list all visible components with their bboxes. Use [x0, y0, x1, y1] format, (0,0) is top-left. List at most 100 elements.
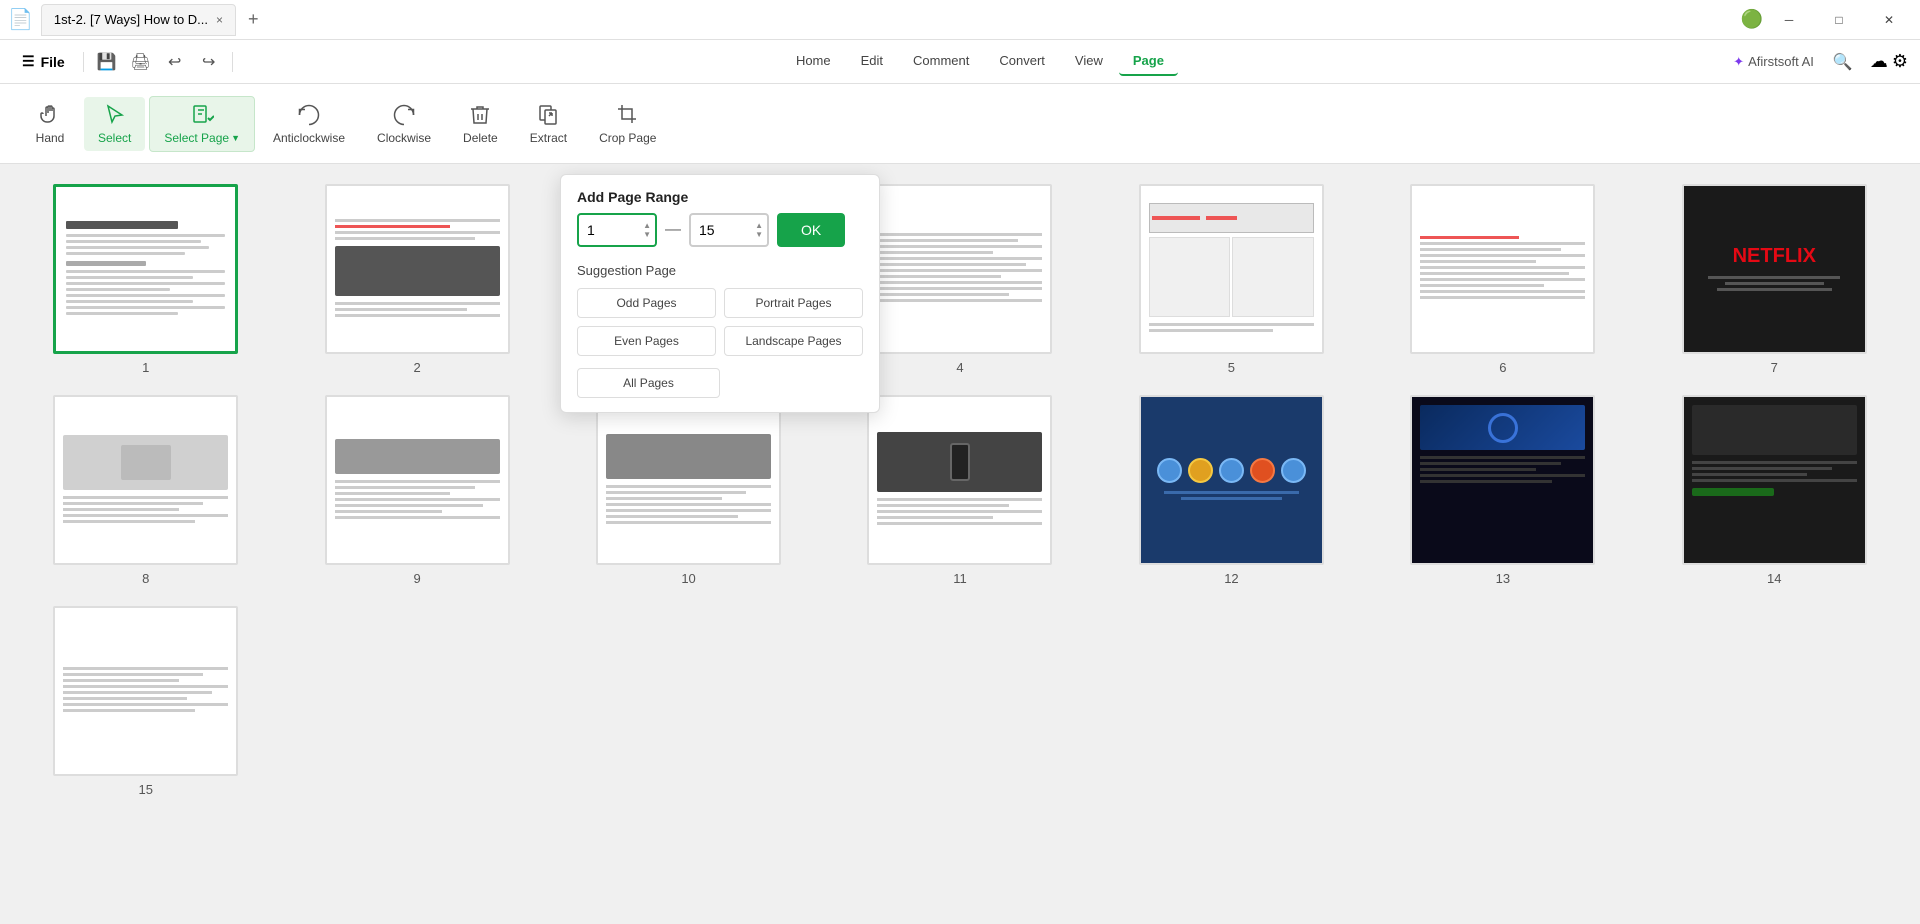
page-number-2: 2	[414, 360, 421, 375]
page-thumb-13[interactable]: 13	[1377, 395, 1628, 586]
range-from-spinner: ▲ ▼	[643, 222, 651, 239]
page-number-4: 4	[956, 360, 963, 375]
extract-icon	[536, 103, 560, 127]
save-button[interactable]: 💾	[92, 47, 122, 77]
page-thumb-8[interactable]: 8	[20, 395, 271, 586]
even-pages-button[interactable]: Even Pages	[577, 326, 716, 356]
portrait-pages-button[interactable]: Portrait Pages	[724, 288, 863, 318]
search-button[interactable]: 🔍	[1828, 47, 1858, 77]
range-from-field[interactable]	[587, 222, 627, 238]
dropdown-arrow-icon: ▼	[231, 133, 240, 143]
tab-home[interactable]: Home	[782, 47, 845, 76]
tab-comment[interactable]: Comment	[899, 47, 983, 76]
rotate-ccw-icon	[297, 103, 321, 127]
close-window-button[interactable]: ✕	[1866, 4, 1912, 36]
hand-label: Hand	[36, 131, 65, 145]
select-page-label: Select Page	[164, 131, 229, 145]
file-label: File	[41, 54, 65, 70]
range-to-up[interactable]: ▲	[755, 222, 763, 230]
anticlockwise-button[interactable]: Anticlockwise	[259, 97, 359, 151]
page-image-10	[596, 395, 781, 565]
user-icon: 🟢	[1742, 10, 1762, 30]
page-image-7: NETFLIX	[1682, 184, 1867, 354]
all-pages-button[interactable]: All Pages	[577, 368, 720, 398]
extract-button[interactable]: Extract	[516, 97, 581, 151]
file-menu[interactable]: ☰ File	[12, 49, 75, 74]
page-thumb-10[interactable]: 10	[563, 395, 814, 586]
restore-button[interactable]: □	[1816, 4, 1862, 36]
range-to-input[interactable]: ▲ ▼	[689, 213, 769, 247]
range-to-field[interactable]	[699, 222, 739, 238]
crop-icon	[616, 103, 640, 127]
anticlockwise-label: Anticlockwise	[273, 131, 345, 145]
tab-convert[interactable]: Convert	[985, 47, 1059, 76]
suggestion-grid: Odd Pages Portrait Pages Even Pages Land…	[561, 288, 879, 368]
page-thumb-11[interactable]: 11	[834, 395, 1085, 586]
clockwise-label: Clockwise	[377, 131, 431, 145]
range-from-up[interactable]: ▲	[643, 222, 651, 230]
tab-view[interactable]: View	[1061, 47, 1117, 76]
page-thumb-14[interactable]: 14	[1649, 395, 1900, 586]
odd-pages-button[interactable]: Odd Pages	[577, 288, 716, 318]
hand-icon	[38, 103, 62, 127]
menu-divider-1	[83, 52, 84, 72]
page-thumb-7[interactable]: NETFLIX 7	[1649, 184, 1900, 375]
hand-tool-button[interactable]: Hand	[20, 97, 80, 151]
range-from-input[interactable]: ▲ ▼	[577, 213, 657, 247]
ai-button[interactable]: ✦ Afirstsoft AI	[1723, 50, 1824, 74]
range-to-down[interactable]: ▼	[755, 231, 763, 239]
page-thumb-1[interactable]: 1	[20, 184, 271, 375]
main-content: 1 2	[0, 164, 1920, 924]
select-tool-button[interactable]: Select	[84, 97, 145, 151]
range-from-down[interactable]: ▼	[643, 231, 651, 239]
ai-sparkle-icon: ✦	[1733, 54, 1744, 70]
settings-icon[interactable]: ⚙	[1892, 51, 1908, 72]
page-number-10: 10	[681, 571, 695, 586]
page-image-8	[53, 395, 238, 565]
page-image-4	[867, 184, 1052, 354]
app-logo: 📄	[8, 7, 33, 32]
page-image-14	[1682, 395, 1867, 565]
page-number-14: 14	[1767, 571, 1781, 586]
page-image-1	[53, 184, 238, 354]
ok-button[interactable]: OK	[777, 213, 845, 247]
add-tab-button[interactable]: +	[248, 9, 259, 30]
page-thumb-5[interactable]: 5	[1106, 184, 1357, 375]
page-thumb-9[interactable]: 9	[291, 395, 542, 586]
page-number-15: 15	[138, 782, 152, 797]
page-image-6	[1410, 184, 1595, 354]
page-image-12	[1139, 395, 1324, 565]
page-image-13	[1410, 395, 1595, 565]
page-thumb-2[interactable]: 2	[291, 184, 542, 375]
page-number-5: 5	[1228, 360, 1235, 375]
page-image-5	[1139, 184, 1324, 354]
page-number-7: 7	[1771, 360, 1778, 375]
page-image-11	[867, 395, 1052, 565]
select-page-button[interactable]: Select Page ▼	[149, 96, 255, 152]
landscape-pages-button[interactable]: Landscape Pages	[724, 326, 863, 356]
tab-edit[interactable]: Edit	[847, 47, 897, 76]
page-thumb-15[interactable]: 15	[20, 606, 271, 797]
cursor-icon	[103, 103, 127, 127]
right-icons: ☁ ⚙	[1870, 51, 1908, 72]
dialog-title: Add Page Range	[561, 175, 879, 213]
document-tab[interactable]: 1st-2. [7 Ways] How to D... ×	[41, 4, 236, 36]
page-thumb-12[interactable]: 12	[1106, 395, 1357, 586]
minimize-button[interactable]: ─	[1766, 4, 1812, 36]
crop-page-label: Crop Page	[599, 131, 656, 145]
clockwise-button[interactable]: Clockwise	[363, 97, 445, 151]
tab-page[interactable]: Page	[1119, 47, 1178, 76]
page-thumb-6[interactable]: 6	[1377, 184, 1628, 375]
redo-button[interactable]: ↪	[194, 47, 224, 77]
undo-button[interactable]: ↩	[160, 47, 190, 77]
print-button[interactable]: 🖨	[126, 47, 156, 77]
titlebar: 📄 1st-2. [7 Ways] How to D... × + 🟢 ─ □ …	[0, 0, 1920, 40]
hamburger-icon: ☰	[22, 53, 35, 70]
range-to-spinner: ▲ ▼	[755, 222, 763, 239]
tab-title: 1st-2. [7 Ways] How to D...	[54, 12, 208, 27]
close-tab-button[interactable]: ×	[216, 13, 223, 27]
page-number-6: 6	[1499, 360, 1506, 375]
page-number-8: 8	[142, 571, 149, 586]
crop-page-button[interactable]: Crop Page	[585, 97, 670, 151]
delete-button[interactable]: Delete	[449, 97, 512, 151]
